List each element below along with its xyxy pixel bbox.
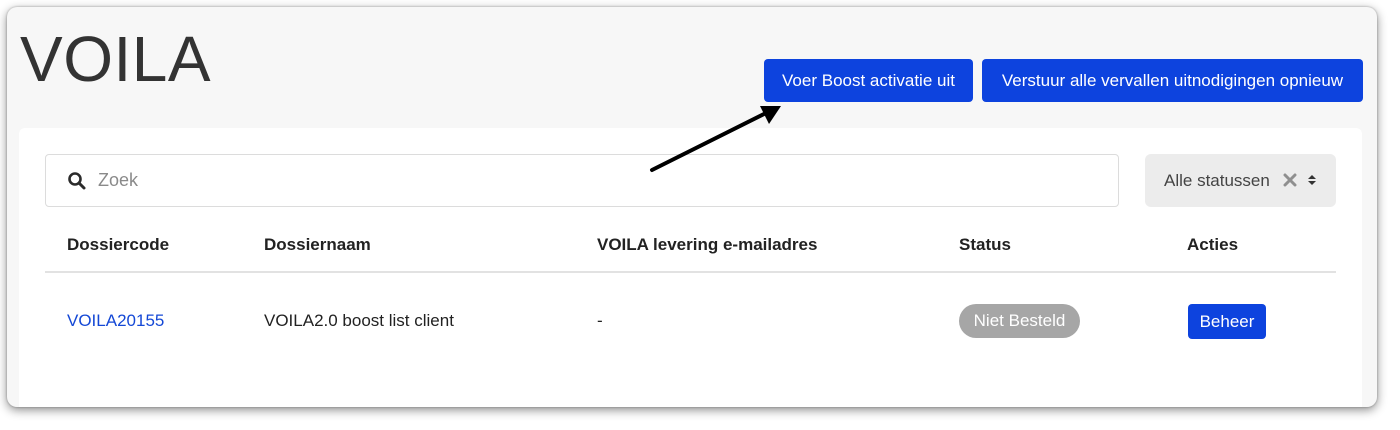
dossier-card: Alle statussen Dossiercode Dossiernaam V… bbox=[19, 128, 1362, 407]
page-title: VOILA bbox=[20, 23, 212, 95]
resend-invitations-button[interactable]: Verstuur alle vervallen uitnodigingen op… bbox=[982, 59, 1363, 102]
column-header-dossiernaam[interactable]: Dossiernaam bbox=[264, 235, 371, 255]
clear-icon[interactable] bbox=[1283, 173, 1297, 187]
table-header-divider bbox=[45, 271, 1336, 273]
status-badge: Niet Besteld bbox=[959, 304, 1080, 338]
column-header-email[interactable]: VOILA levering e-mailadres bbox=[597, 235, 817, 255]
column-header-status[interactable]: Status bbox=[959, 235, 1011, 255]
column-header-dossiercode[interactable]: Dossiercode bbox=[67, 235, 169, 255]
dossier-code-link[interactable]: VOILA20155 bbox=[67, 311, 164, 331]
status-filter-value: Alle statussen bbox=[1164, 170, 1270, 190]
dossier-name: VOILA2.0 boost list client bbox=[264, 311, 454, 330]
column-header-acties: Acties bbox=[1187, 235, 1239, 254]
status-filter-select[interactable]: Alle statussen bbox=[1145, 154, 1336, 207]
search-field[interactable] bbox=[45, 154, 1119, 207]
delivery-email: - bbox=[597, 311, 603, 330]
app-window: VOILA Voer Boost activatie uit Verstuur … bbox=[7, 7, 1377, 407]
search-input[interactable] bbox=[98, 155, 1098, 206]
sort-icon bbox=[1308, 175, 1316, 185]
boost-activation-button[interactable]: Voer Boost activatie uit bbox=[764, 59, 973, 102]
manage-button[interactable]: Beheer bbox=[1188, 304, 1266, 339]
search-icon bbox=[68, 172, 86, 190]
